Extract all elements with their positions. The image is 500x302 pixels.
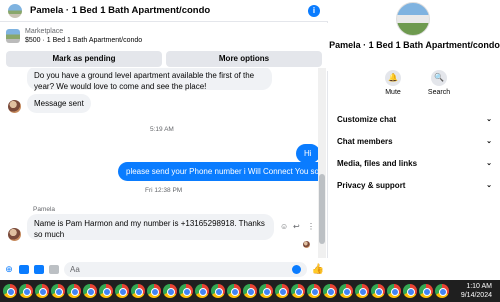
chevron-down-icon: ⌄	[486, 138, 492, 145]
chrome-taskbar-icon[interactable]	[339, 284, 353, 298]
menu-privacy-support[interactable]: Privacy & support ⌄	[329, 174, 500, 196]
marketplace-bar: Marketplace $500 · 1 Bed 1 Bath Apartmen…	[0, 23, 328, 71]
menu-label: Customize chat	[337, 114, 397, 124]
clock-date: 9/14/2024	[460, 292, 492, 299]
taskbar: 1:10 AM 9/14/2024	[0, 280, 500, 302]
listing-thumbnail[interactable]	[6, 29, 20, 43]
sticker-icon[interactable]	[34, 264, 44, 274]
scrollbar-thumb[interactable]	[319, 174, 325, 244]
chevron-down-icon: ⌄	[486, 182, 492, 189]
add-icon[interactable]: ⊕	[4, 264, 14, 274]
chrome-taskbar-icon[interactable]	[195, 284, 209, 298]
chevron-down-icon: ⌄	[486, 160, 492, 167]
more-options-button[interactable]: More options	[166, 51, 322, 67]
chrome-taskbar-icon[interactable]	[99, 284, 113, 298]
chat-scrollbar[interactable]	[318, 68, 326, 258]
sender-name: Pamela	[33, 206, 56, 213]
composer: ⊕ Aa 👍	[0, 258, 328, 280]
chat-header: Pamela · 1 Bed 1 Bath Apartment/condo i	[0, 0, 328, 22]
chrome-taskbar-icon[interactable]	[211, 284, 225, 298]
more-icon[interactable]: ⋮	[307, 222, 315, 231]
react-icon[interactable]: ☺	[280, 222, 288, 231]
chrome-taskbar-icon[interactable]	[83, 284, 97, 298]
messenger-window: Pamela · 1 Bed 1 Bath Apartment/condo i …	[0, 0, 500, 280]
chevron-down-icon: ⌄	[486, 116, 492, 123]
chrome-taskbar-icon[interactable]	[275, 284, 289, 298]
search-label: Search	[427, 89, 451, 96]
menu-chat-members[interactable]: Chat members ⌄	[329, 130, 500, 152]
marketplace-label: Marketplace	[25, 28, 64, 35]
listing-title[interactable]: $500 · 1 Bed 1 Bath Apartment/condo	[25, 36, 142, 45]
message-input[interactable]: Aa	[64, 261, 307, 277]
timestamp: 5:19 AM	[150, 126, 174, 133]
info-icon[interactable]: i	[308, 4, 320, 17]
message-bubble-incoming[interactable]: Message sent	[27, 94, 91, 113]
timestamp: Fri 12:38 PM	[145, 187, 183, 194]
chrome-taskbar-icon[interactable]	[323, 284, 337, 298]
seen-avatar	[303, 241, 310, 248]
avatar[interactable]	[8, 228, 21, 241]
chrome-taskbar-icon[interactable]	[243, 284, 257, 298]
chrome-taskbar-icon[interactable]	[419, 284, 433, 298]
menu-label: Chat members	[337, 136, 393, 146]
chrome-taskbar-icon[interactable]	[35, 284, 49, 298]
taskbar-clock[interactable]: 1:10 AM 9/14/2024	[456, 282, 492, 300]
chrome-taskbar-icon[interactable]	[147, 284, 161, 298]
like-icon[interactable]: 👍	[312, 264, 324, 275]
chrome-taskbar-icon[interactable]	[115, 284, 129, 298]
avatar[interactable]	[8, 3, 22, 18]
message-bubble-incoming[interactable]: Do you have a ground level apartment ava…	[27, 68, 272, 91]
message-bubble-incoming[interactable]: Name is Pam Harmon and my number is +131…	[27, 214, 274, 240]
avatar[interactable]	[8, 100, 21, 113]
mute-label: Mute	[385, 89, 401, 96]
menu-customize-chat[interactable]: Customize chat ⌄	[329, 108, 500, 130]
chrome-taskbar-icon[interactable]	[3, 284, 17, 298]
chrome-taskbar-icon[interactable]	[131, 284, 145, 298]
conversation-title: Pamela · 1 Bed 1 Bath Apartment/condo	[329, 40, 500, 50]
chat-title[interactable]: Pamela · 1 Bed 1 Bath Apartment/condo	[30, 5, 210, 16]
mute-button[interactable]: 🔔 Mute	[379, 70, 407, 96]
menu-label: Privacy & support	[337, 180, 406, 190]
chrome-taskbar-icon[interactable]	[179, 284, 193, 298]
mark-as-pending-button[interactable]: Mark as pending	[6, 51, 162, 67]
gif-icon[interactable]	[49, 264, 59, 274]
chrome-taskbar-icon[interactable]	[371, 284, 385, 298]
menu-label: Media, files and links	[337, 158, 418, 168]
search-button[interactable]: 🔍 Search	[425, 70, 453, 96]
menu-media-files-links[interactable]: Media, files and links ⌄	[329, 152, 500, 174]
image-icon[interactable]	[19, 264, 29, 274]
message-bubble-outgoing[interactable]: Hi	[296, 144, 318, 163]
chrome-taskbar-icon[interactable]	[19, 284, 33, 298]
chrome-taskbar-icon[interactable]	[291, 284, 305, 298]
message-placeholder: Aa	[70, 264, 80, 274]
search-icon: 🔍	[431, 70, 447, 86]
chrome-taskbar-icon[interactable]	[435, 284, 449, 298]
conversation-actions: 🔔 Mute 🔍 Search	[379, 70, 453, 96]
conversation-info-panel: Pamela · 1 Bed 1 Bath Apartment/condo 🔔 …	[329, 0, 500, 280]
reply-icon[interactable]: ↩	[293, 222, 300, 231]
chrome-taskbar-icon[interactable]	[387, 284, 401, 298]
chrome-taskbar-icon[interactable]	[51, 284, 65, 298]
message-bubble-outgoing[interactable]: please send your Phone number i Will Con…	[118, 162, 318, 181]
chrome-taskbar-icon[interactable]	[163, 284, 177, 298]
chrome-taskbar-icon[interactable]	[67, 284, 81, 298]
chrome-taskbar-icon[interactable]	[227, 284, 241, 298]
chrome-taskbar-icon[interactable]	[259, 284, 273, 298]
clock-time: 1:10 AM	[466, 283, 492, 290]
chrome-taskbar-icon[interactable]	[355, 284, 369, 298]
info-menu: Customize chat ⌄ Chat members ⌄ Media, f…	[329, 108, 500, 196]
chat-pane: Pamela · 1 Bed 1 Bath Apartment/condo i …	[0, 0, 328, 280]
emoji-icon[interactable]	[291, 264, 301, 274]
conversation-avatar[interactable]	[396, 2, 430, 36]
message-list: Do you have a ground level apartment ava…	[0, 68, 318, 258]
chrome-taskbar-icon[interactable]	[307, 284, 321, 298]
chrome-taskbar-icon[interactable]	[403, 284, 417, 298]
bell-icon: 🔔	[385, 70, 401, 86]
